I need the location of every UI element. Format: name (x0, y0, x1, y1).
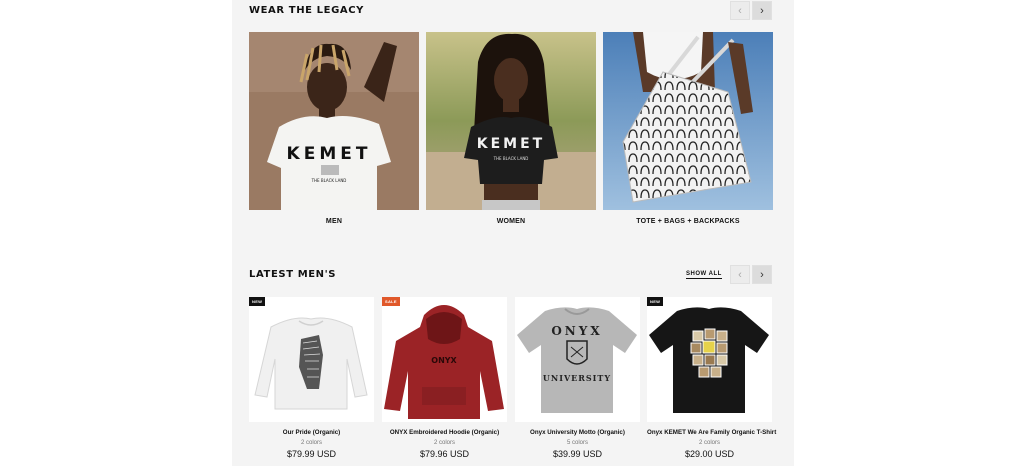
product-card[interactable]: NEW Our Pride (Organic) 2 colors $79.99 … (249, 297, 374, 459)
show-all-link[interactable]: SHOW ALL (686, 271, 722, 279)
tee-print-top: ONYX (551, 324, 602, 338)
product-card[interactable]: ONYX UNIVERSITY Onyx University Motto (O… (515, 297, 640, 459)
category-label-men[interactable]: MEN (249, 218, 419, 225)
top-print-text: KEMET (477, 136, 545, 152)
chevron-left-icon: ‹ (738, 268, 742, 281)
chevron-right-icon: › (760, 268, 764, 281)
section-title-latest-mens: LATEST MEN'S (249, 269, 337, 280)
legacy-prev-button[interactable]: ‹ (730, 1, 750, 20)
product-name[interactable]: ONYX Embroidered Hoodie (Organic) (382, 429, 507, 436)
tee-print-bottom: UNIVERSITY (543, 373, 611, 383)
chevron-left-icon: ‹ (738, 4, 742, 17)
category-card-men[interactable]: KEMET THE BLACK LAND MEN (249, 32, 419, 225)
product-price: $29.00 USD (684, 449, 735, 459)
legacy-next-button[interactable]: › (752, 1, 772, 20)
category-card-women[interactable]: KEMET THE BLACK LAND WOMEN (426, 32, 596, 225)
product-price: $79.96 USD (419, 449, 470, 459)
latest-next-button[interactable]: › (752, 265, 772, 284)
sale-badge: SALE (382, 297, 400, 306)
product-image[interactable]: NEW (647, 297, 772, 422)
section-title-legacy: WEAR THE LEGACY (249, 5, 365, 16)
product-card[interactable]: NEW Onyx KEMET We Are Family Organic T-S… (647, 297, 776, 459)
product-colors: 2 colors (433, 440, 455, 446)
category-image-women[interactable]: KEMET THE BLACK LAND (426, 32, 596, 210)
chevron-right-icon: › (760, 4, 764, 17)
shirt-print-text: KEMET (287, 144, 372, 164)
product-image[interactable]: ONYX UNIVERSITY (515, 297, 640, 422)
category-label-women[interactable]: WOMEN (426, 218, 596, 225)
product-colors: 2 colors (300, 440, 322, 446)
shirt-print-subtext: THE BLACK LAND (311, 178, 347, 183)
product-card[interactable]: SALE ONYX ONYX Embroidered Hoodie (Organ… (382, 297, 507, 459)
product-price: $39.99 USD (552, 449, 603, 459)
product-image[interactable]: NEW (249, 297, 374, 422)
category-image-totes[interactable] (603, 32, 773, 210)
product-image[interactable]: SALE ONYX (382, 297, 507, 422)
product-name[interactable]: Onyx KEMET We Are Family Organic T-Shirt (647, 429, 776, 436)
product-name[interactable]: Our Pride (Organic) (249, 429, 374, 436)
category-card-totes[interactable]: TOTE + BAGS + BACKPACKS (603, 32, 773, 225)
product-colors: 5 colors (566, 440, 588, 446)
product-name[interactable]: Onyx University Motto (Organic) (515, 429, 640, 436)
latest-prev-button[interactable]: ‹ (730, 265, 750, 284)
category-image-men[interactable]: KEMET THE BLACK LAND (249, 32, 419, 210)
product-price: $79.99 USD (286, 449, 337, 459)
top-print-subtext: THE BLACK LAND (493, 156, 529, 161)
category-label-totes[interactable]: TOTE + BAGS + BACKPACKS (603, 218, 773, 225)
new-badge: NEW (647, 297, 664, 306)
new-badge: NEW (249, 297, 266, 306)
product-colors: 2 colors (698, 440, 720, 446)
hoodie-print-text: ONYX (431, 356, 457, 365)
